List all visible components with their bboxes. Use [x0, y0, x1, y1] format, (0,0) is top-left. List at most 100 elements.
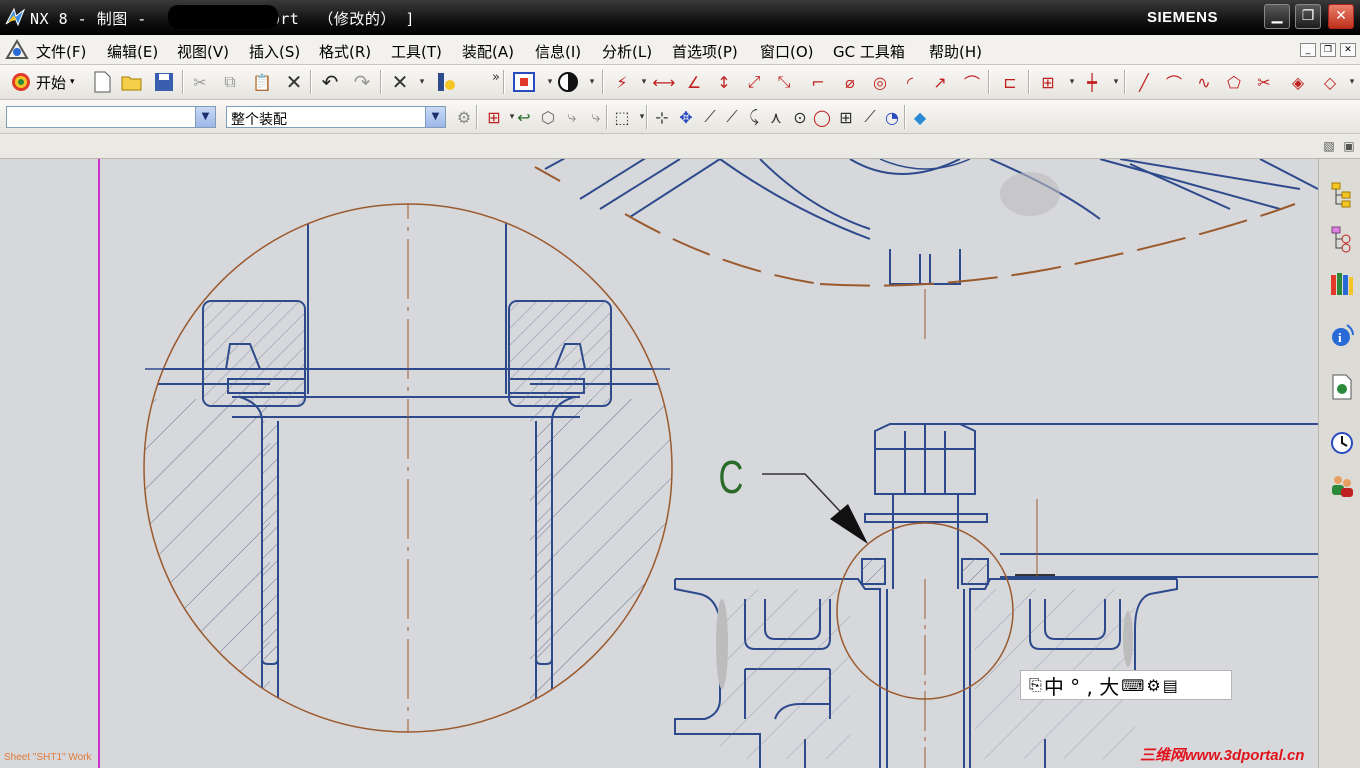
ime-status-text[interactable]: 中 ° , 大	[1044, 671, 1119, 700]
roles-icon[interactable]	[1328, 471, 1356, 499]
start-button[interactable]: 开始 ▾	[10, 70, 75, 94]
select-edge-icon[interactable]: ⤷	[560, 105, 584, 129]
part-navigator-icon[interactable]	[1328, 181, 1356, 209]
hd3d-tools-icon[interactable]: i	[1328, 321, 1356, 349]
history-icon[interactable]	[1328, 429, 1356, 457]
display-mode-icon[interactable]	[556, 70, 580, 94]
end-point-icon[interactable]: ⟋	[698, 105, 722, 129]
snap-point-icon[interactable]: ⊹	[650, 105, 674, 129]
doc-close-button[interactable]: ✕	[1340, 43, 1356, 57]
doc-minimize-button[interactable]: _	[1300, 43, 1316, 57]
menu-edit[interactable]: 编辑(E)	[107, 41, 158, 62]
perpendicular-dimension-icon[interactable]: ⤡	[772, 70, 796, 94]
chevron-down-icon[interactable]: ▾	[1340, 70, 1360, 94]
redo-icon[interactable]: ↷	[350, 70, 374, 94]
assembly-navigator-icon[interactable]	[1328, 225, 1356, 253]
menu-file[interactable]: 文件(F)	[36, 41, 86, 62]
select-face-icon[interactable]: ⬡	[536, 105, 560, 129]
general-filter-icon[interactable]: ⚙	[452, 105, 476, 129]
cut-icon[interactable]: ✂	[188, 70, 212, 94]
chevron-down-icon[interactable]: ▾	[410, 70, 434, 94]
menu-help[interactable]: 帮助(H)	[929, 41, 982, 62]
menu-app-icon[interactable]	[4, 38, 30, 62]
select-curve-icon[interactable]: ⤷	[584, 105, 608, 129]
snap-settings-icon[interactable]: ✥	[674, 105, 698, 129]
delete-icon[interactable]: ✕	[282, 70, 306, 94]
fit-view-icon[interactable]	[512, 70, 536, 94]
cube-view-icon[interactable]: ◆	[908, 105, 932, 129]
arc-tool-icon[interactable]: ⌒	[1162, 70, 1186, 94]
angular-dimension-icon[interactable]: ∠	[682, 70, 706, 94]
hole-dimension-icon[interactable]: ◎	[868, 70, 892, 94]
update-view-icon[interactable]: ⚡	[610, 70, 634, 94]
ime-toolbar[interactable]: ⎘ 中 ° , 大 ⌨ ⚙ ▤	[1020, 670, 1232, 700]
doc-restore-button[interactable]: ❐	[1320, 43, 1336, 57]
toolbar-separator	[606, 105, 607, 129]
restore-button[interactable]: ❐	[1295, 4, 1321, 29]
toolbar-overflow-icon[interactable]: »	[484, 65, 508, 89]
undo-icon[interactable]: ↶	[318, 70, 342, 94]
existing-point-icon[interactable]: ⊞	[834, 105, 858, 129]
linear-dimension-icon[interactable]: ⟷	[652, 70, 676, 94]
control-point-icon[interactable]: ⤹	[742, 105, 766, 129]
select-body-icon[interactable]: ↩	[512, 105, 536, 129]
open-folder-icon[interactable]	[120, 70, 144, 94]
chevron-down-icon[interactable]: ▼	[195, 107, 215, 127]
section-view-icon[interactable]: ⊏	[998, 70, 1022, 94]
nx-app-icon[interactable]	[4, 6, 26, 28]
spline-tool-icon[interactable]: ∿	[1192, 70, 1216, 94]
keyboard-icon[interactable]: ⌨	[1121, 676, 1144, 695]
repeat-command-icon[interactable]: ✕	[388, 70, 412, 94]
transform-icon[interactable]: ◇	[1318, 70, 1342, 94]
ime-logo-icon[interactable]: ⎘	[1029, 675, 1042, 695]
edit-object-icon[interactable]: ◈	[1286, 70, 1310, 94]
intersection-point-icon[interactable]: ⋏	[764, 105, 788, 129]
menu-preferences[interactable]: 首选项(P)	[672, 41, 738, 62]
reuse-library-icon[interactable]	[1328, 269, 1356, 297]
trim-tool-icon[interactable]: ✂	[1252, 70, 1276, 94]
arc-length-icon[interactable]: ⌒	[960, 70, 984, 94]
chevron-down-icon[interactable]: ▾	[580, 70, 604, 94]
toolbar-separator	[646, 105, 647, 129]
arc-center-icon[interactable]: ⊙	[788, 105, 812, 129]
web-browser-icon[interactable]	[1328, 373, 1356, 401]
menu-view[interactable]: 视图(V)	[177, 41, 229, 62]
chevron-down-icon[interactable]: ▼	[425, 107, 445, 127]
minimize-button[interactable]: ▁	[1264, 4, 1290, 29]
information-icon[interactable]	[434, 70, 458, 94]
menu-tools[interactable]: 工具(T)	[391, 41, 442, 62]
save-icon[interactable]	[152, 70, 176, 94]
menu-analysis[interactable]: 分析(L)	[602, 41, 652, 62]
new-file-icon[interactable]	[90, 70, 114, 94]
mid-point-icon[interactable]: ⟋	[720, 105, 744, 129]
center-mark-icon[interactable]: ┿	[1080, 70, 1104, 94]
type-filter-dropdown[interactable]: ▼	[6, 106, 216, 128]
menu-insert[interactable]: 插入(S)	[249, 41, 300, 62]
tile-view-icon[interactable]: ▧	[1320, 135, 1338, 157]
profile-tool-icon[interactable]: ⬠	[1222, 70, 1246, 94]
selection-scope-dropdown[interactable]: 整个装配 ▼	[226, 106, 446, 128]
parallel-dimension-icon[interactable]: ⤢	[742, 70, 766, 94]
ime-tool-icon[interactable]: ⚙	[1146, 676, 1160, 695]
diameter-dimension-icon[interactable]: ⌀	[838, 70, 862, 94]
ime-menu-icon[interactable]: ▤	[1163, 676, 1178, 695]
menu-format[interactable]: 格式(R)	[319, 41, 371, 62]
restore-layout-icon[interactable]: ▣	[1340, 135, 1358, 157]
line-tool-icon[interactable]: ╱	[1132, 70, 1156, 94]
copy-icon[interactable]: ⧉	[218, 70, 242, 94]
chamfer-dimension-icon[interactable]: ⌐	[806, 70, 830, 94]
paste-icon[interactable]: 📋	[250, 70, 274, 94]
point-on-curve-icon[interactable]: ⟋	[858, 105, 882, 129]
menu-info[interactable]: 信息(I)	[535, 41, 581, 62]
quadrant-point-icon[interactable]: ◯	[810, 105, 834, 129]
drawing-canvas[interactable]: C Sheet "SHT1" Work ⎘ 中 ° , 大 ⌨ ⚙ ▤ 三维网w…	[0, 159, 1318, 768]
menu-assembly[interactable]: 装配(A)	[462, 41, 514, 62]
vertical-dimension-icon[interactable]: ↕	[712, 70, 736, 94]
menu-gc-toolbox[interactable]: GC 工具箱	[833, 41, 905, 62]
close-button[interactable]: ✕	[1328, 4, 1354, 29]
point-on-surface-icon[interactable]: ◔	[880, 105, 904, 129]
centerline-icon[interactable]: ⊞	[1036, 70, 1060, 94]
radius-to-center-icon[interactable]: ↗	[928, 70, 952, 94]
radius-dimension-icon[interactable]: ◜	[898, 70, 922, 94]
menu-window[interactable]: 窗口(O)	[760, 41, 814, 62]
